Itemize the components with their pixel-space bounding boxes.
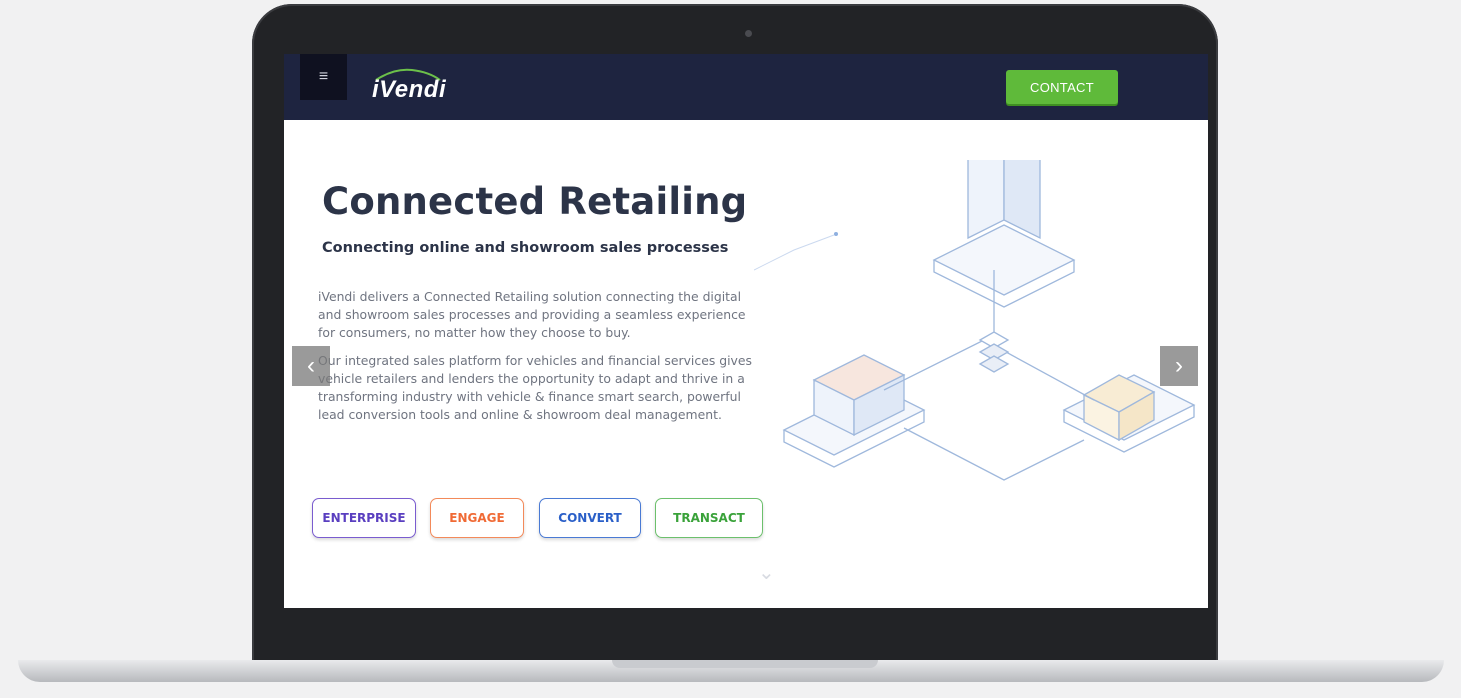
convert-button[interactable]: CONVERT — [539, 498, 641, 538]
screen: ≡ iVendi CONTACT Connected Retailing Con… — [284, 54, 1208, 608]
chevron-down-icon[interactable]: ⌄ — [758, 560, 775, 585]
chevron-left-icon: ‹ — [307, 352, 315, 379]
chevron-right-icon: › — [1175, 352, 1183, 379]
hamburger-menu-button[interactable]: ≡ — [300, 54, 347, 100]
page-subtitle: Connecting online and showroom sales pro… — [322, 240, 729, 256]
logo[interactable]: iVendi — [372, 76, 446, 104]
laptop-notch — [612, 660, 878, 668]
connected-city-illustration — [754, 160, 1196, 481]
hamburger-icon: ≡ — [318, 68, 329, 85]
page-title: Connected Retailing — [322, 180, 748, 223]
carousel-next-button[interactable]: › — [1160, 346, 1198, 386]
camera-icon — [745, 30, 752, 37]
engage-button[interactable]: ENGAGE — [430, 498, 524, 538]
contact-button[interactable]: CONTACT — [1006, 70, 1118, 104]
enterprise-button[interactable]: ENTERPRISE — [312, 498, 416, 538]
platform-paragraph: Our integrated sales platform for vehicl… — [318, 353, 752, 422]
intro-paragraph: iVendi delivers a Connected Retailing so… — [318, 289, 746, 340]
transact-button[interactable]: TRANSACT — [655, 498, 763, 538]
hero-section: Connected Retailing Connecting online an… — [284, 120, 1208, 608]
navbar: ≡ iVendi CONTACT — [284, 54, 1208, 120]
carousel-prev-button[interactable]: ‹ — [292, 346, 330, 386]
